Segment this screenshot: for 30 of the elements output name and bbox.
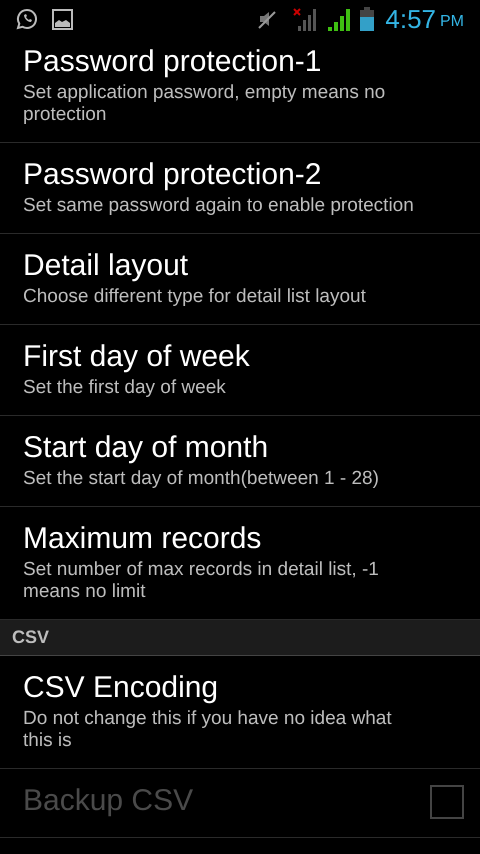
preference-title: CSV Encoding xyxy=(23,670,220,706)
preference-summary: Set application password, empty means no protection xyxy=(23,82,386,126)
preference-item[interactable]: Detail layout Choose different type for detail list layout xyxy=(0,234,480,325)
chat-bubble-icon xyxy=(16,8,38,30)
preference-item[interactable]: CSV Encoding Do not change this if you have no idea what this is xyxy=(0,656,480,769)
image-icon xyxy=(52,8,73,30)
preference-summary: Set the start day of month(between 1 - 28) xyxy=(23,468,380,490)
preference-item[interactable]: First day of week Set the first day of week xyxy=(0,325,480,416)
preference-item[interactable]: Password protection-2 Set same password again to enable protection xyxy=(0,143,480,234)
clock-time: 4:57 xyxy=(385,6,436,32)
preference-summary: Set number of max records in detail list, -1 means no limit xyxy=(23,559,380,603)
preference-title: Password protection-2 xyxy=(23,157,322,193)
preference-summary: Set the first day of week xyxy=(23,377,227,399)
preference-summary: Set same password again to enable protection xyxy=(23,195,415,217)
preference-title: Password protection-1 xyxy=(23,44,322,80)
preference-item[interactable]: Start day of month Set the start day of month(between 1 - 28) xyxy=(0,416,480,507)
clock-am-pm: PM xyxy=(440,14,464,30)
signal-icon xyxy=(327,7,352,31)
section-header: CSV xyxy=(0,620,480,656)
preference-title: Detail layout xyxy=(23,248,190,284)
preference-title: Backup CSV xyxy=(23,783,194,819)
preference-item[interactable]: Password protection-1 Set application password, empty means no protection xyxy=(0,38,480,143)
battery-icon xyxy=(359,7,376,31)
preference-title: Maximum records xyxy=(23,521,262,557)
no-signal-icon xyxy=(293,7,318,31)
muted-speaker-icon xyxy=(257,9,278,29)
preference-title: Start day of month xyxy=(23,430,270,466)
preference-summary: Choose different type for detail list layout xyxy=(23,286,367,308)
preference-title: First day of week xyxy=(23,339,251,375)
preference-summary: Do not change this if you have no idea what this is xyxy=(23,708,393,752)
